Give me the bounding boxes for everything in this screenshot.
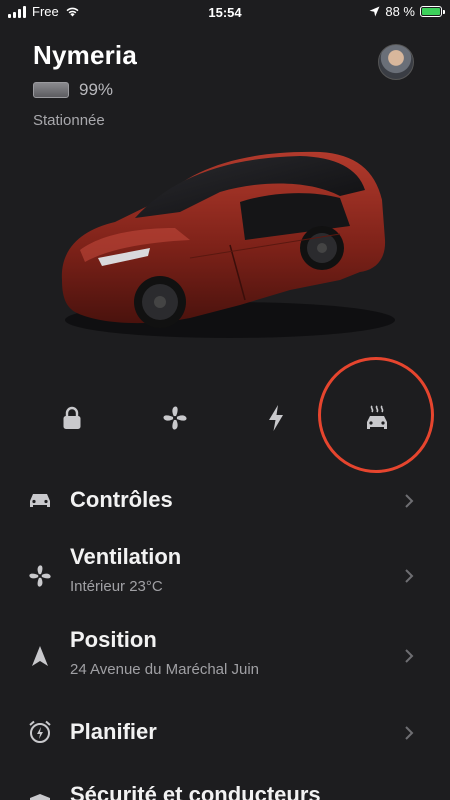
location-arrow-icon: [26, 642, 54, 670]
menu-item-schedule[interactable]: Planifier: [0, 704, 450, 764]
highlight-circle: [318, 357, 434, 473]
vehicle-battery-icon: [33, 82, 69, 98]
vehicle-status: Stationnée: [33, 112, 105, 129]
lock-button[interactable]: [52, 398, 92, 438]
menu-item-title: Contrôles: [70, 487, 173, 512]
chevron-right-icon: [405, 649, 414, 663]
vehicle-image: [40, 130, 400, 350]
vehicle-name: Nymeria: [33, 40, 138, 70]
car-icon: [26, 486, 54, 514]
lock-icon: [63, 406, 81, 429]
charge-button[interactable]: [256, 398, 296, 438]
location-services-icon: [369, 6, 380, 17]
menu-item-location[interactable]: Position 24 Avenue du Maréchal Juin: [0, 623, 450, 683]
chevron-right-icon: [405, 726, 414, 740]
fan-icon: [26, 562, 54, 590]
menu-item-ventilation[interactable]: Ventilation Intérieur 23°C: [0, 540, 450, 600]
app-screen: Free 15:54 88 % Nymeria 99% Stationnée C…: [0, 0, 450, 800]
menu-item-title: Sécurité et conducteurs: [70, 782, 321, 800]
menu-item-security[interactable]: Sécurité et conducteurs: [0, 776, 450, 800]
shield-icon: [26, 792, 54, 800]
bolt-icon: [269, 405, 283, 431]
menu-item-title: Position: [70, 627, 157, 652]
chevron-right-icon: [405, 494, 414, 508]
vehicle-battery-level: 99%: [79, 80, 114, 99]
chevron-right-icon: [405, 569, 414, 583]
status-bar: Free 15:54 88 %: [0, 0, 450, 26]
menu-item-subtitle: 24 Avenue du Maréchal Juin: [70, 661, 260, 678]
battery-percent: 88 %: [385, 4, 415, 19]
fan-icon: [163, 406, 187, 430]
menu-item-subtitle: Intérieur 23°C: [70, 578, 163, 595]
avatar[interactable]: [378, 44, 414, 80]
battery-icon: [420, 6, 445, 17]
status-right: 88 %: [369, 4, 445, 19]
vehicle-battery-row: 99%: [33, 80, 113, 100]
alarm-clock-icon: [26, 718, 54, 746]
menu-item-title: Ventilation: [70, 544, 182, 569]
menu-item-title: Planifier: [70, 719, 157, 744]
ventilation-button[interactable]: [155, 398, 195, 438]
menu-item-controls[interactable]: Contrôles: [0, 470, 450, 530]
